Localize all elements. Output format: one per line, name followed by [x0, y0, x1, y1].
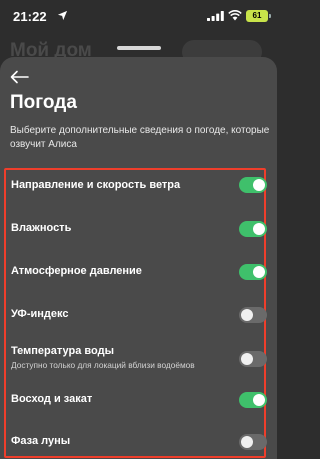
- setting-note: Доступно только для локаций вблизи водоё…: [11, 360, 195, 370]
- sheet-grabber[interactable]: [117, 46, 161, 50]
- water-temperature-toggle[interactable]: [239, 351, 267, 367]
- toggle-knob: [241, 309, 253, 321]
- page-title: Погода: [10, 92, 77, 113]
- status-bar: 21:22 61: [0, 0, 277, 34]
- humidity-toggle[interactable]: [239, 221, 267, 237]
- weather-settings-list: Направление и скорость ветра Влажность А…: [4, 168, 267, 458]
- page-subtitle: Выберите дополнительные сведения о погод…: [10, 125, 270, 150]
- sunrise-sunset-toggle[interactable]: [239, 392, 267, 408]
- setting-label: Восход и закат: [11, 393, 93, 405]
- setting-row-sunrise-sunset[interactable]: Восход и закат: [6, 384, 267, 416]
- setting-row-water-temperature[interactable]: Температура воды Доступно только для лок…: [6, 339, 267, 379]
- location-arrow-icon: [57, 10, 68, 21]
- toggle-knob: [253, 394, 265, 406]
- uv-index-toggle[interactable]: [239, 307, 267, 323]
- setting-label: Влажность: [11, 222, 72, 234]
- toggle-knob: [253, 223, 265, 235]
- wind-toggle[interactable]: [239, 177, 267, 193]
- signal-icon: [207, 11, 224, 21]
- setting-row-uv-index[interactable]: УФ-индекс: [6, 299, 267, 331]
- toggle-knob: [253, 179, 265, 191]
- arrow-left-icon[interactable]: [9, 70, 29, 84]
- wifi-icon: [228, 10, 242, 21]
- toggle-knob: [241, 436, 253, 448]
- setting-label: Температура воды: [11, 345, 114, 357]
- setting-row-pressure[interactable]: Атмосферное давление: [6, 256, 267, 288]
- battery-icon: 61: [246, 10, 271, 22]
- setting-row-wind[interactable]: Направление и скорость ветра: [6, 170, 267, 202]
- moon-phase-toggle[interactable]: [239, 434, 267, 450]
- setting-label: Фаза луны: [11, 435, 71, 447]
- battery-level: 61: [252, 11, 262, 20]
- toggle-knob: [241, 353, 253, 365]
- toggle-knob: [253, 266, 265, 278]
- setting-label: Атмосферное давление: [11, 265, 142, 277]
- setting-row-moon-phase[interactable]: Фаза луны: [6, 426, 267, 458]
- setting-row-humidity[interactable]: Влажность: [6, 213, 267, 245]
- setting-label: УФ-индекс: [11, 308, 69, 320]
- setting-label: Направление и скорость ветра: [11, 179, 181, 191]
- status-time: 21:22: [13, 9, 47, 24]
- pressure-toggle[interactable]: [239, 264, 267, 280]
